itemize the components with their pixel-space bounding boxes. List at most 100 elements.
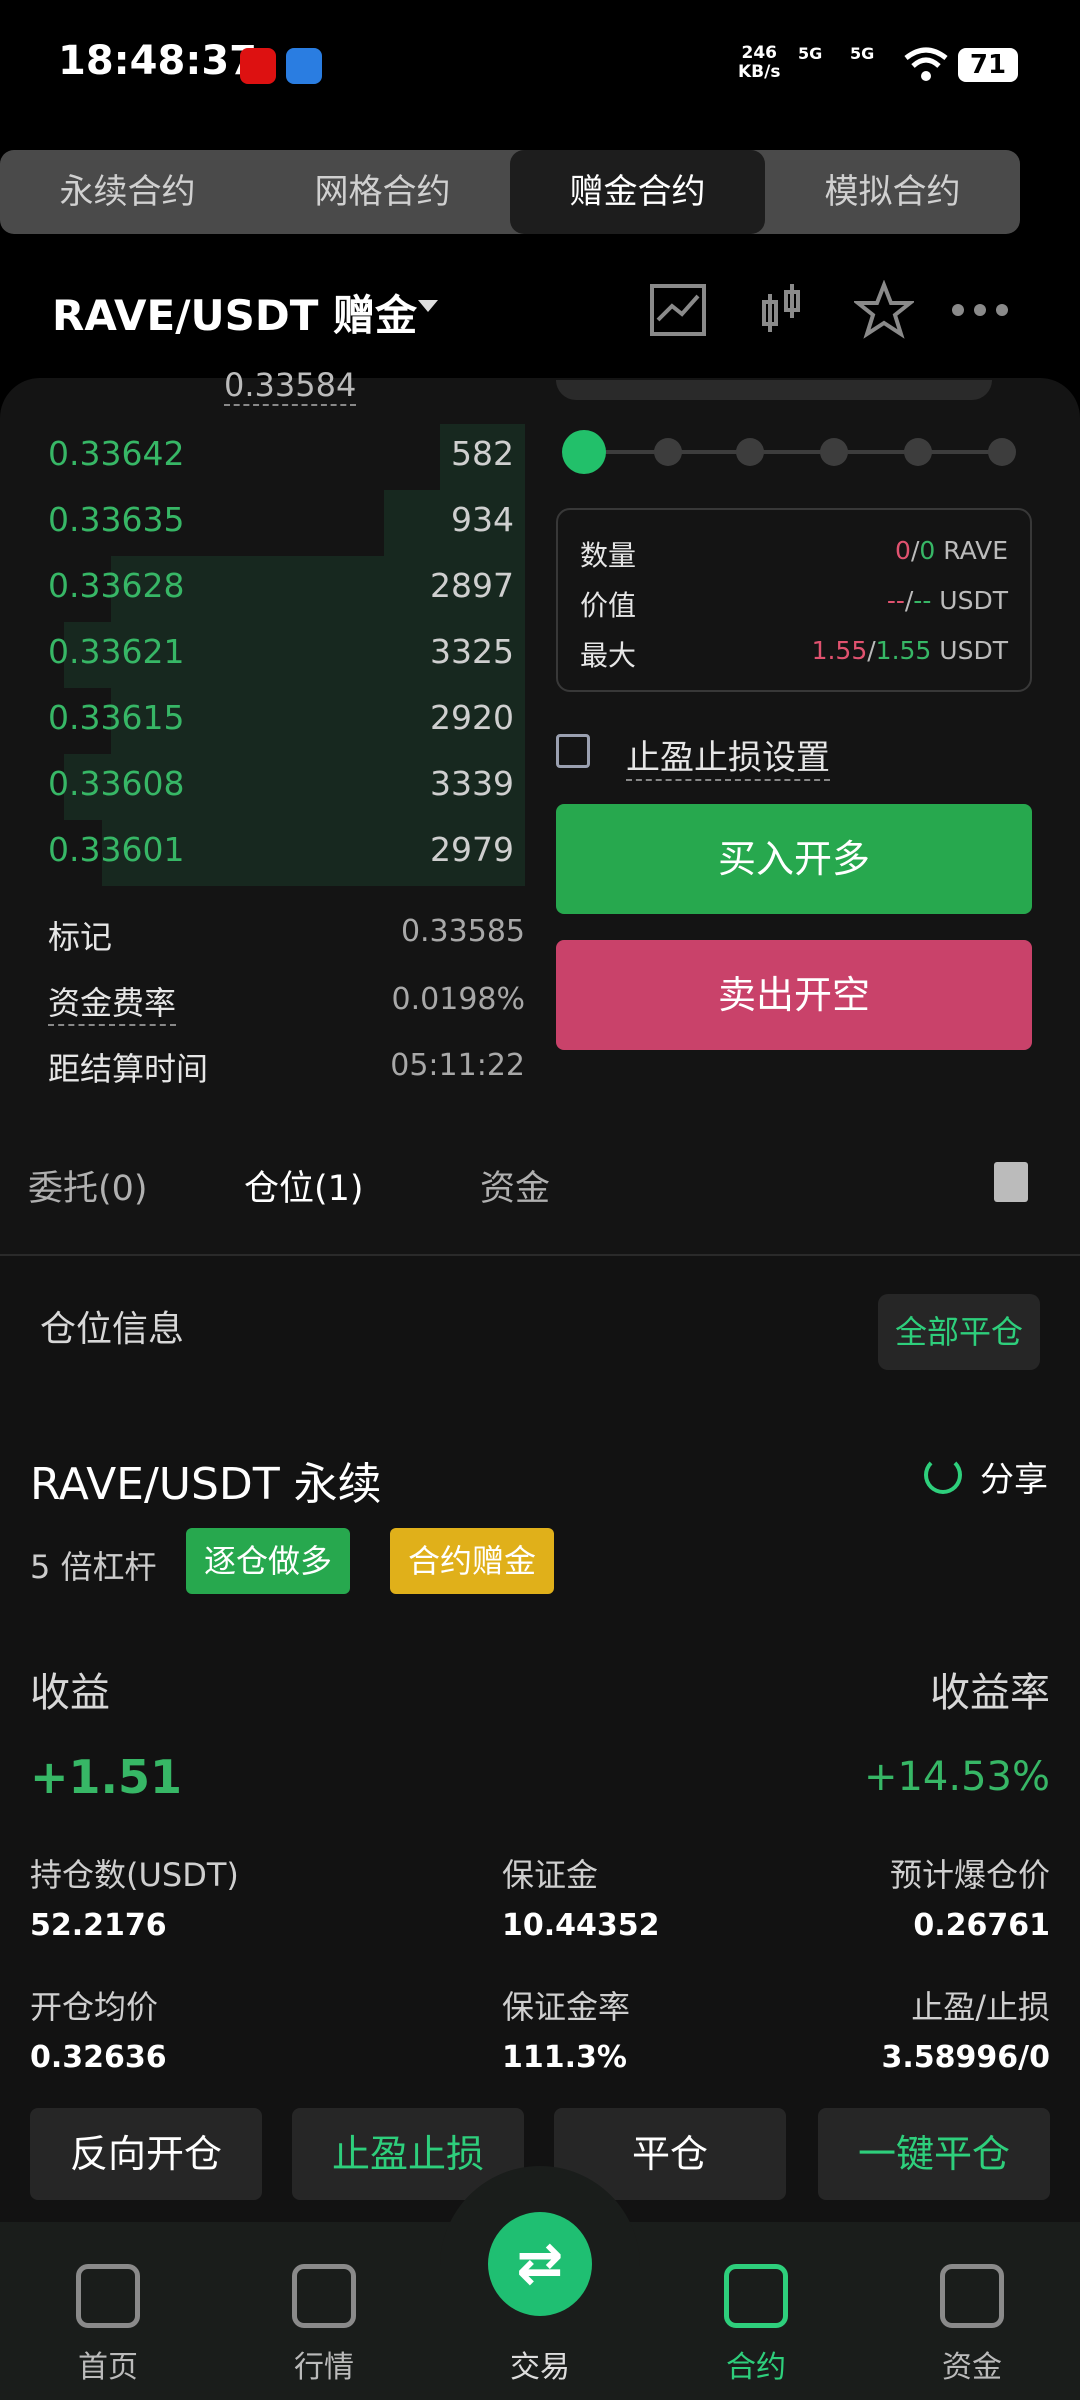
slider-step[interactable]: [654, 438, 682, 466]
orderbook-row[interactable]: 0.33628 2897: [30, 556, 530, 622]
leverage-label: 5 倍杠杆: [30, 1548, 157, 1586]
one-click-close-button[interactable]: 一键平仓: [818, 2108, 1050, 2200]
orderbook-qty: 3339: [430, 764, 514, 803]
max-label: 最大: [580, 639, 637, 672]
share-label[interactable]: 分享: [980, 1452, 1048, 1501]
tpsl-info-value: 3.58996/0: [881, 2040, 1050, 2075]
nav-contract[interactable]: 合约: [686, 2222, 826, 2400]
share-icon[interactable]: [924, 1456, 962, 1494]
nav-market[interactable]: 行情: [254, 2222, 394, 2400]
isolated-long-badge: 逐仓做多: [186, 1528, 351, 1594]
slider-step[interactable]: [988, 438, 1016, 466]
orderbook-qty: 3325: [430, 632, 514, 671]
orderbook-qty: 2920: [430, 698, 514, 737]
wifi-icon: [904, 47, 948, 81]
roe-value: +14.53%: [863, 1754, 1050, 1800]
network-speed: 246 KB/s: [738, 43, 781, 82]
orderbook-price: 0.33628: [48, 566, 185, 605]
settlement-value: 05:11:22: [390, 1048, 525, 1083]
tab-grid[interactable]: 网格合约: [255, 150, 510, 234]
orderbook-qty: 934: [451, 500, 514, 539]
nav-trade-label[interactable]: 交易: [470, 2342, 610, 2386]
margin-label: 保证金: [502, 1856, 599, 1894]
tpsl-checkbox[interactable]: [556, 734, 590, 768]
tab-bonus[interactable]: 赠金合约: [510, 150, 765, 234]
orderbook-qty: 582: [451, 434, 514, 473]
orderbook-price: 0.33615: [48, 698, 185, 737]
orderbook-row[interactable]: 0.33642 582: [30, 424, 530, 490]
position-title: RAVE/USDT 永续: [30, 1459, 382, 1510]
size-value: 52.2176: [30, 1908, 167, 1943]
slider-step[interactable]: [904, 438, 932, 466]
orderbook-price: 0.33642: [48, 434, 185, 473]
battery-indicator: 71: [958, 48, 1018, 82]
trade-swap-icon[interactable]: ⇄: [488, 2212, 592, 2316]
margin-ratio-label: 保证金率: [502, 1988, 631, 2026]
slider-step[interactable]: [736, 438, 764, 466]
reverse-position-button[interactable]: 反向开仓: [30, 2108, 262, 2200]
nav-home[interactable]: 首页: [38, 2222, 178, 2400]
sell-short-button[interactable]: 卖出开空: [556, 940, 1032, 1050]
orderbook-top-price: 0.33584: [224, 366, 357, 406]
mark-label: 标记: [48, 918, 113, 956]
signal-5g-2-icon: 5G: [850, 44, 875, 63]
entry-price-value: 0.32636: [30, 2040, 167, 2075]
caret-down-icon[interactable]: [418, 300, 438, 312]
star-icon[interactable]: [854, 280, 914, 340]
entry-price-label: 开仓均价: [30, 1988, 159, 2026]
notification-app-icon: [240, 48, 276, 84]
qty-value: 0/0 RAVE: [895, 536, 1008, 565]
funding-rate-label[interactable]: 资金费率: [48, 978, 177, 1026]
liq-price-label: 预计爆仓价: [889, 1856, 1050, 1894]
orderbook-row[interactable]: 0.33615 2920: [30, 688, 530, 754]
order-summary-box: 数量 0/0 RAVE 价值 --/-- USDT 最大 1.55/1.55 U…: [556, 508, 1032, 692]
tab-orders[interactable]: 委托(0): [28, 1160, 148, 1211]
wallet-icon: [940, 2264, 1004, 2328]
more-icon[interactable]: [950, 280, 1010, 340]
bonus-badge: 合约赠金: [390, 1528, 555, 1594]
pnl-value: +1.51: [30, 1750, 183, 1804]
value-label: 价值: [580, 589, 637, 622]
value-value: --/-- USDT: [886, 586, 1008, 615]
notification-app-icon-2: [286, 48, 322, 84]
tab-funds[interactable]: 资金: [480, 1160, 550, 1211]
orderbook-row[interactable]: 0.33635 934: [30, 490, 530, 556]
tpsl-info-label: 止盈/止损: [911, 1988, 1050, 2026]
close-all-button[interactable]: 全部平仓: [878, 1294, 1040, 1370]
orderbook-price: 0.33635: [48, 500, 185, 539]
tab-positions[interactable]: 仓位(1): [244, 1160, 364, 1211]
pair-selector[interactable]: RAVE/USDT 赠金: [52, 282, 417, 343]
orderbook-qty: 2897: [430, 566, 514, 605]
contract-icon: [724, 2264, 788, 2328]
margin-value: 10.44352: [502, 1908, 660, 1943]
slider-knob[interactable]: [562, 430, 606, 474]
pnl-label: 收益: [30, 1670, 110, 1716]
chart-line-icon[interactable]: [648, 280, 708, 340]
roe-label: 收益率: [930, 1670, 1050, 1716]
input-field-edge[interactable]: [556, 380, 992, 400]
orderbook-row[interactable]: 0.33601 2979: [30, 820, 530, 886]
home-icon: [76, 2264, 140, 2328]
size-label: 持仓数(USDT): [30, 1856, 239, 1894]
tpsl-label[interactable]: 止盈止损设置: [626, 730, 830, 781]
buy-long-button[interactable]: 买入开多: [556, 804, 1032, 914]
tab-demo[interactable]: 模拟合约: [765, 150, 1020, 234]
margin-ratio-value: 111.3%: [502, 2040, 627, 2075]
tab-perpetual[interactable]: 永续合约: [0, 150, 255, 234]
market-icon: [292, 2264, 356, 2328]
funding-rate-value: 0.0198%: [391, 982, 525, 1017]
position-info-header: 仓位信息: [40, 1309, 185, 1350]
max-value: 1.55/1.55 USDT: [811, 636, 1008, 665]
candlestick-icon[interactable]: [752, 280, 812, 340]
orderbook-row[interactable]: 0.33608 3339: [30, 754, 530, 820]
qty-label: 数量: [580, 539, 637, 572]
contract-type-tabs: 永续合约 网格合约 赠金合约 模拟合约: [0, 150, 1020, 234]
slider-step[interactable]: [820, 438, 848, 466]
signal-5g-1-icon: 5G: [798, 44, 823, 63]
orderbook-row[interactable]: 0.33621 3325: [30, 622, 530, 688]
nav-assets[interactable]: 资金: [902, 2222, 1042, 2400]
document-icon[interactable]: [994, 1162, 1028, 1202]
orderbook-price: 0.33601: [48, 830, 185, 869]
orderbook-price: 0.33608: [48, 764, 185, 803]
leverage-slider-track[interactable]: [584, 450, 1004, 454]
